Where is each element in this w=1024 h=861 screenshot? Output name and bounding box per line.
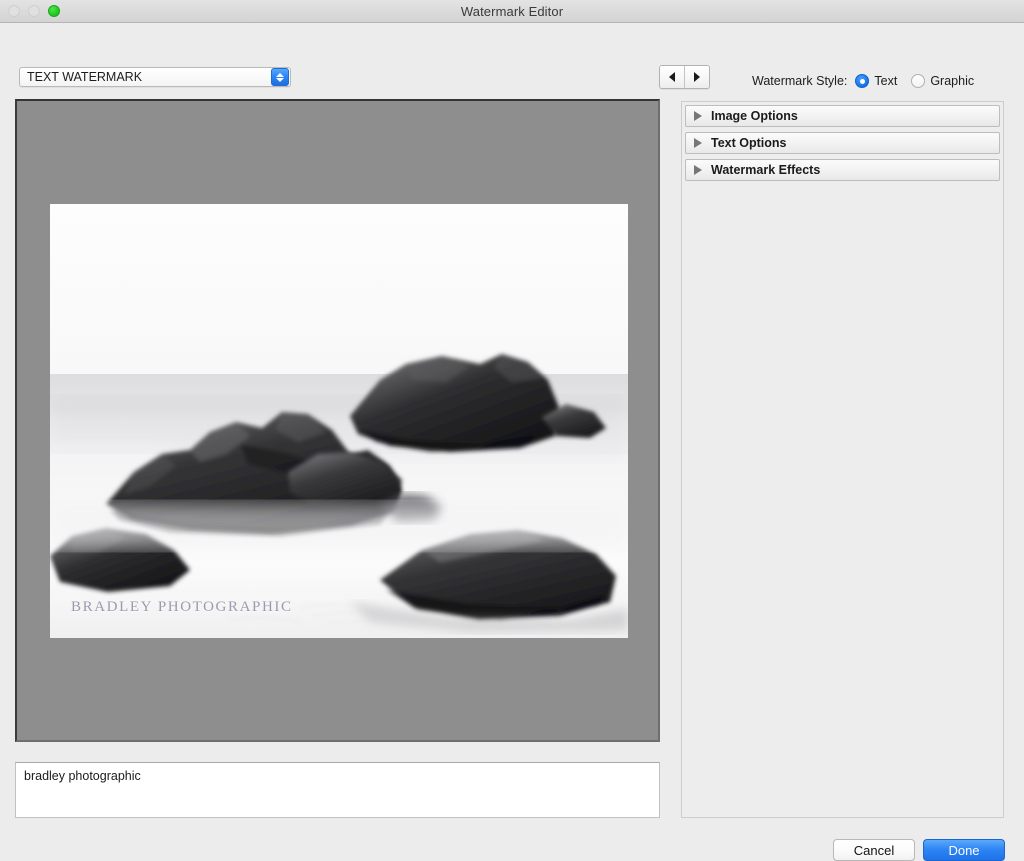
window-titlebar: Watermark Editor — [0, 0, 1024, 23]
disclosure-watermark-effects[interactable]: Watermark Effects — [685, 159, 1000, 181]
watermark-options-panel: Image Options Text Options Watermark Eff… — [681, 101, 1004, 818]
disclosure-label-image-options: Image Options — [711, 109, 798, 123]
window-title: Watermark Editor — [460, 3, 564, 19]
watermark-style-group: Watermark Style: Text Graphic — [752, 72, 988, 90]
preview-navigation-control — [659, 65, 710, 89]
traffic-light-group — [8, 0, 60, 22]
disclosure-image-options[interactable]: Image Options — [685, 105, 1000, 127]
triangle-right-icon — [694, 72, 700, 82]
done-button[interactable]: Done — [923, 839, 1005, 861]
zoom-button[interactable] — [48, 5, 60, 17]
watermark-preset-value: TEXT WATERMARK — [27, 70, 143, 84]
previous-image-button[interactable] — [660, 66, 684, 88]
window-content: TEXT WATERMARK BRADLEY PHOTOGRAPHIC brad… — [0, 23, 1024, 861]
next-image-button[interactable] — [684, 66, 709, 88]
radio-label-graphic: Graphic — [930, 74, 975, 88]
disclosure-text-options[interactable]: Text Options — [685, 132, 1000, 154]
preview-watermark-text: BRADLEY PHOTOGRAPHIC — [71, 599, 293, 615]
disclosure-label-watermark-effects: Watermark Effects — [711, 163, 821, 177]
watermark-editor-window: Watermark Editor TEXT WATERMARK BRADLEY … — [0, 0, 1024, 861]
watermark-text-input[interactable]: bradley photographic — [15, 762, 660, 818]
seascape-photograph-icon — [50, 204, 628, 638]
triangle-left-icon — [669, 72, 675, 82]
radio-indicator-graphic — [911, 74, 926, 88]
cancel-button[interactable]: Cancel — [833, 839, 915, 861]
watermark-preview-area[interactable]: BRADLEY PHOTOGRAPHIC — [15, 99, 660, 742]
minimize-button[interactable] — [28, 5, 40, 17]
radio-option-graphic[interactable]: Graphic — [911, 74, 974, 88]
watermark-style-label: Watermark Style: — [752, 74, 848, 88]
close-button[interactable] — [8, 5, 20, 17]
disclosure-triangle-icon — [694, 138, 702, 148]
watermark-preset-popup[interactable]: TEXT WATERMARK — [19, 67, 291, 87]
radio-indicator-text — [855, 74, 870, 88]
disclosure-triangle-icon — [694, 111, 702, 121]
preview-photo: BRADLEY PHOTOGRAPHIC — [50, 204, 628, 638]
disclosure-triangle-icon — [694, 165, 702, 175]
radio-label-text: Text — [874, 74, 898, 88]
disclosure-label-text-options: Text Options — [711, 136, 787, 150]
updown-chevron-icon — [271, 68, 289, 86]
radio-option-text[interactable]: Text — [855, 74, 897, 88]
